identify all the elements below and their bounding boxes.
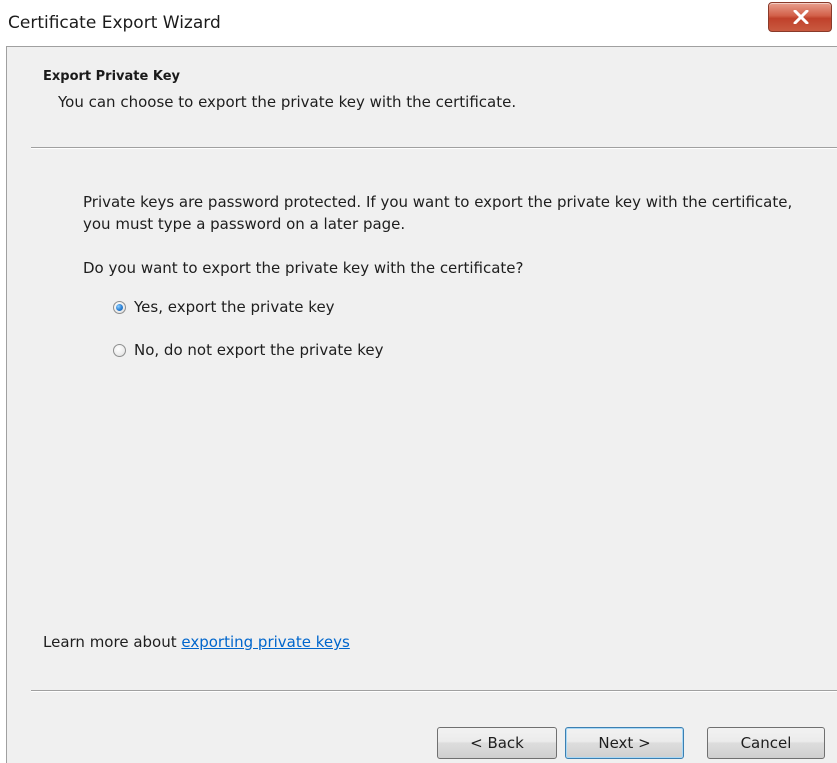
header-divider [31,147,837,149]
footer-divider [31,690,837,692]
cancel-button[interactable]: Cancel [707,727,825,759]
window-title: Certificate Export Wizard [8,13,221,33]
wizard-dialog: Export Private Key You can choose to exp… [6,46,837,763]
learn-more-prefix: Learn more about [43,633,182,651]
page-title: Export Private Key [43,69,180,84]
close-icon [793,10,809,24]
question-text: Do you want to export the private key wi… [83,259,524,277]
title-bar: Certificate Export Wizard [0,0,837,46]
description-text: Private keys are password protected. If … [83,193,793,233]
radio-label-yes[interactable]: Yes, export the private key [134,298,335,316]
radio-option-no[interactable]: No, do not export the private key [113,339,384,361]
learn-more-text: Learn more about exporting private keys [43,633,350,651]
learn-more-link[interactable]: exporting private keys [181,633,349,651]
radio-label-no[interactable]: No, do not export the private key [134,341,384,359]
radio-option-yes[interactable]: Yes, export the private key [113,296,335,318]
close-button[interactable] [768,2,832,32]
page-subtitle: You can choose to export the private key… [58,93,517,111]
next-button[interactable]: Next > [565,727,684,759]
back-button[interactable]: < Back [437,727,557,759]
wizard-header: Export Private Key You can choose to exp… [7,47,837,147]
radio-button-yes[interactable] [113,300,126,314]
radio-button-no[interactable] [113,343,126,357]
